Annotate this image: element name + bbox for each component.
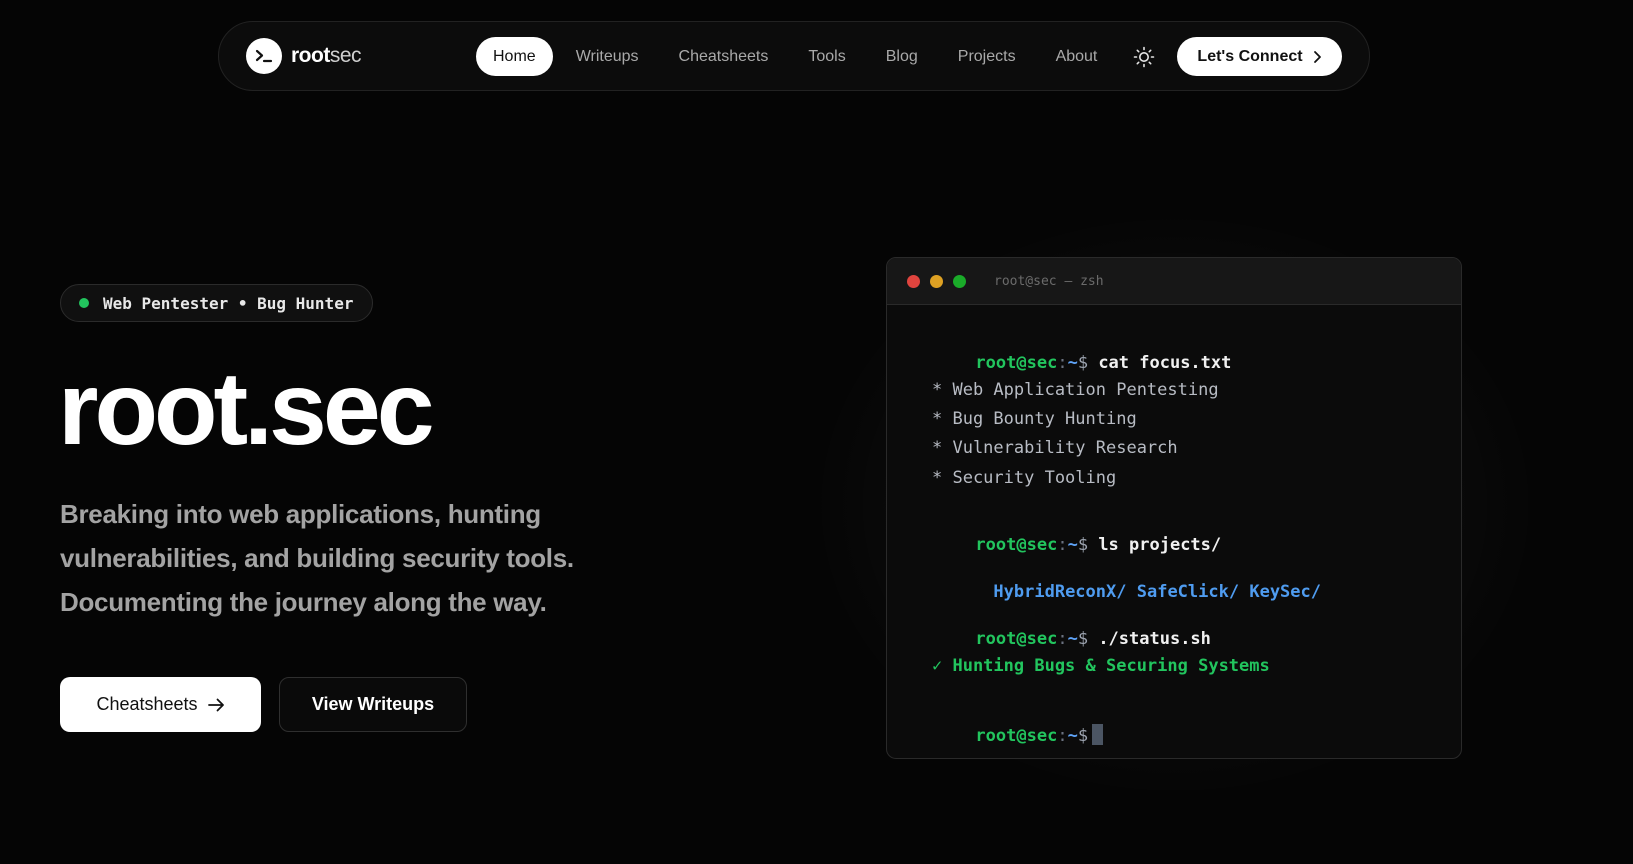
terminal-active-prompt[interactable]: root@sec:~$ [914, 704, 1104, 758]
project-dir: SafeClick/ [1136, 582, 1240, 602]
terminal-logo-icon [246, 38, 282, 74]
close-dot-icon [907, 274, 920, 288]
terminal-titlebar: root@sec — zsh [887, 258, 1461, 305]
prompt-dollar: $ [1077, 726, 1089, 746]
nav-item-writeups[interactable]: Writeups [559, 37, 656, 76]
prompt-user: root@sec [975, 353, 1058, 373]
top-navbar: rootsec Home Writeups Cheatsheets Tools … [218, 21, 1370, 91]
chevron-right-icon [1313, 50, 1321, 63]
cheatsheets-button-label: Cheatsheets [96, 694, 198, 714]
hero-description-line: Breaking into web applications, hunting [60, 499, 541, 529]
prompt-path: ~ [1067, 629, 1078, 649]
prompt-dollar: $ [1077, 353, 1089, 373]
terminal-output-line: * Bug Bounty Hunting [932, 409, 1137, 429]
nav-item-home[interactable]: Home [476, 37, 553, 76]
hero-title: root.sec [58, 351, 435, 467]
prompt-dollar: $ [1077, 535, 1089, 555]
nav-item-about[interactable]: About [1039, 37, 1115, 76]
maximize-dot-icon [953, 274, 966, 288]
role-badge: Web Pentester • Bug Hunter [60, 284, 374, 322]
arrow-right-icon [207, 698, 224, 711]
prompt-sep: : [1057, 726, 1068, 746]
terminal-command: ls projects/ [1098, 535, 1222, 555]
prompt-dollar: $ [1077, 629, 1089, 649]
hero-description: Breaking into web applications, hunting … [60, 492, 620, 624]
nav-item-tools[interactable]: Tools [791, 37, 862, 76]
project-dir: HybridReconX/ [993, 582, 1127, 602]
lets-connect-label: Let's Connect [1197, 47, 1303, 65]
terminal-window: root@sec — zsh root@sec:~$ cat focus.txt… [886, 257, 1462, 759]
cheatsheets-button[interactable]: Cheatsheets [60, 677, 261, 732]
nav-item-cheatsheets[interactable]: Cheatsheets [662, 37, 786, 76]
prompt-sep: : [1057, 353, 1068, 373]
lets-connect-button[interactable]: Let's Connect [1177, 37, 1342, 76]
hero-description-line: vulnerabilities, and building security t… [60, 543, 574, 573]
terminal-output-line: * Web Application Pentesting [932, 380, 1219, 400]
terminal-output-line: * Security Tooling [932, 468, 1117, 488]
view-writeups-label: View Writeups [311, 694, 435, 714]
minimize-dot-icon [930, 274, 943, 288]
logo-text: rootsec [291, 44, 362, 68]
terminal-cursor [1092, 724, 1104, 745]
nav-links: Home Writeups Cheatsheets Tools Blog Pro… [476, 37, 1120, 76]
terminal-command: ./status.sh [1098, 629, 1211, 649]
prompt-sep: : [1057, 535, 1068, 555]
nav-item-projects[interactable]: Projects [941, 37, 1033, 76]
sun-icon[interactable] [1132, 45, 1156, 69]
view-writeups-button[interactable]: View Writeups [279, 677, 467, 732]
terminal-command: cat focus.txt [1098, 353, 1232, 373]
prompt-user: root@sec [975, 535, 1058, 555]
logo[interactable]: rootsec [246, 38, 362, 74]
prompt-user: root@sec [975, 629, 1058, 649]
prompt-path: ~ [1067, 353, 1078, 373]
project-dir: KeySec/ [1249, 582, 1321, 602]
hero-description-line: Documenting the journey along the way. [60, 587, 547, 617]
prompt-path: ~ [1067, 535, 1078, 555]
terminal-output-line: * Vulnerability Research [932, 438, 1178, 458]
status-dot [79, 298, 89, 308]
prompt-user: root@sec [975, 726, 1058, 746]
terminal-status-line: ✓ Hunting Bugs & Securing Systems [932, 656, 1270, 676]
logo-text-normal: sec [329, 44, 362, 67]
prompt-sep: : [1057, 629, 1068, 649]
logo-text-bold: root [291, 44, 330, 67]
nav-item-blog[interactable]: Blog [869, 37, 935, 76]
terminal-title: root@sec — zsh [994, 273, 1104, 289]
role-badge-text: Web Pentester • Bug Hunter [103, 293, 354, 313]
prompt-path: ~ [1067, 726, 1078, 746]
